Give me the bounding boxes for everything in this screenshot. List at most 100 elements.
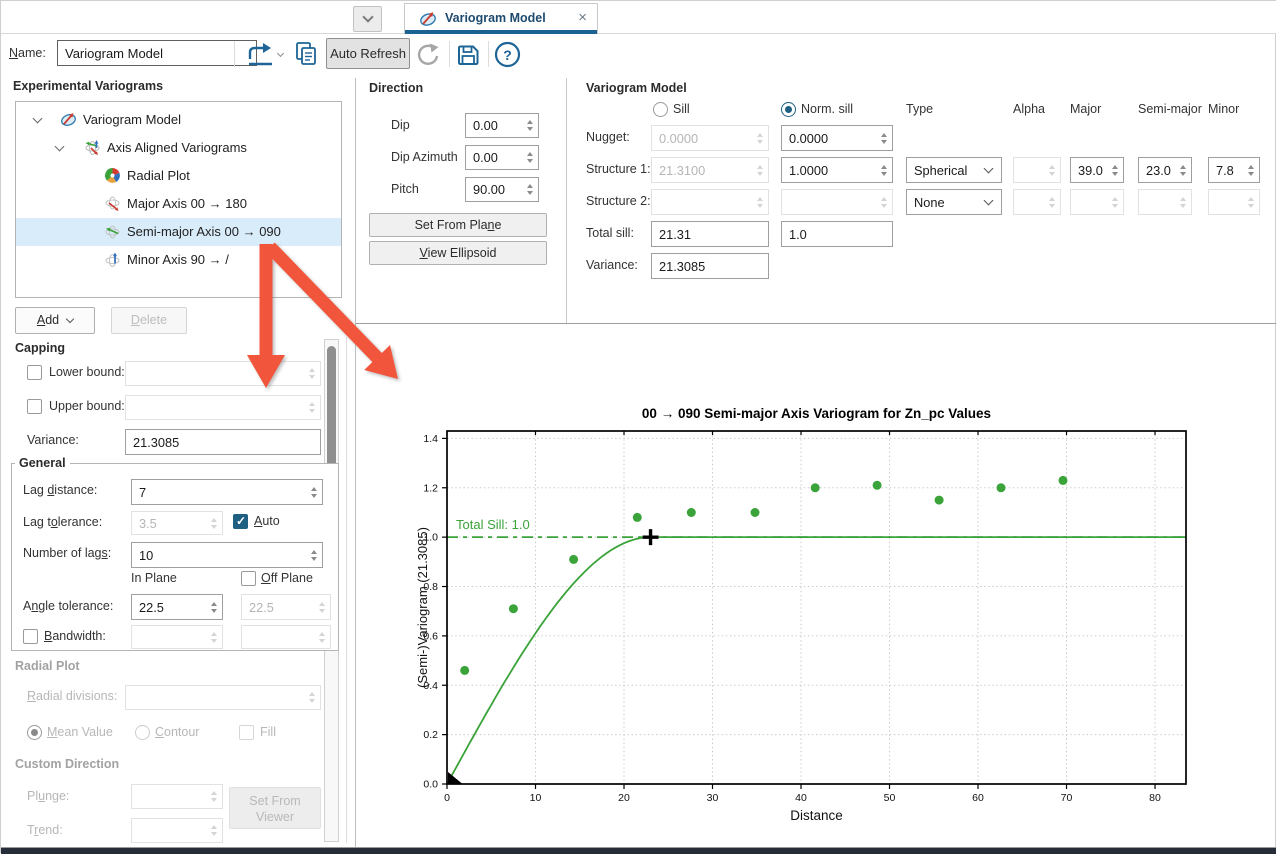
dip-input[interactable]: 0.00 <box>465 113 539 138</box>
tree-item-axis-aligned-variograms[interactable]: Axis Aligned Variograms <box>16 134 341 162</box>
spinner-carets[interactable] <box>314 626 330 648</box>
set-from-plane-button[interactable]: Set From Plane <box>369 213 547 237</box>
export-dropdown-chevron-icon[interactable] <box>277 50 284 57</box>
structure1-alpha-input[interactable] <box>1013 157 1061 183</box>
spinner-carets[interactable] <box>1044 158 1060 182</box>
structure2-type-select[interactable]: None <box>906 189 1002 215</box>
upper-bound-checkbox[interactable] <box>27 399 42 414</box>
expander-chevron-icon[interactable] <box>33 114 43 124</box>
structure2-norm-input[interactable] <box>781 189 893 215</box>
structure1-semi-major-input[interactable]: 23.0 <box>1138 157 1192 183</box>
chevron-down-icon <box>66 315 74 323</box>
radial-divisions-input[interactable] <box>125 685 321 710</box>
spinner-carets[interactable] <box>1044 190 1060 214</box>
total-sill-input[interactable]: 21.31 <box>651 221 769 247</box>
spinner-carets[interactable] <box>206 595 222 619</box>
export-icon[interactable] <box>244 39 276 69</box>
sill-radio[interactable] <box>653 102 668 117</box>
spinner-carets[interactable] <box>206 626 222 648</box>
structure2-sill-input[interactable] <box>651 189 769 215</box>
help-icon[interactable]: ? <box>493 40 522 69</box>
view-ellipsoid-button[interactable]: View Ellipsoid <box>369 241 547 265</box>
tree-item-minor-axis[interactable]: Minor Axis 90 → / <box>16 246 341 274</box>
capping-variance-input[interactable]: 21.3085 <box>125 429 321 455</box>
spinner-carets[interactable] <box>206 512 222 534</box>
spinner-carets[interactable] <box>876 158 892 182</box>
contour-radio[interactable] <box>135 725 150 740</box>
structure2-major-input[interactable] <box>1070 189 1124 215</box>
mean-value-radio[interactable] <box>27 725 42 740</box>
tree-item-radial-plot[interactable]: Radial Plot <box>16 162 341 190</box>
tree-item-variogram-model[interactable]: Variogram Model <box>16 106 341 134</box>
name-input[interactable] <box>57 40 257 66</box>
spinner-carets[interactable] <box>1243 190 1259 214</box>
tab-close-icon[interactable]: × <box>578 9 587 26</box>
tab-overflow-button[interactable] <box>353 6 382 32</box>
pitch-input[interactable]: 90.00 <box>465 177 539 202</box>
delete-button[interactable]: Delete <box>111 307 187 334</box>
spinner-carets[interactable] <box>1175 190 1191 214</box>
bandwidth-in-input[interactable] <box>131 625 223 649</box>
spinner-carets[interactable] <box>752 126 768 150</box>
angle-tolerance-off-input[interactable]: 22.5 <box>241 594 331 620</box>
structure1-sill-input[interactable]: 21.3100 <box>651 157 769 183</box>
spinner-carets[interactable] <box>306 543 322 567</box>
bandwidth-checkbox[interactable] <box>23 629 38 644</box>
spinner-carets[interactable] <box>206 785 222 808</box>
spinner-carets[interactable] <box>304 396 320 419</box>
angle-tolerance-in-input[interactable]: 22.5 <box>131 594 223 620</box>
upper-bound-input[interactable] <box>125 395 321 420</box>
structure1-minor-input[interactable]: 7.8 <box>1208 157 1260 183</box>
nugget-norm-input[interactable]: 0.0000 <box>781 125 893 151</box>
off-plane-checkbox[interactable] <box>241 571 256 586</box>
structure2-semi-major-input[interactable] <box>1138 189 1192 215</box>
auto-refresh-button[interactable]: Auto Refresh <box>326 38 410 69</box>
fill-checkbox[interactable] <box>239 725 254 740</box>
spinner-carets[interactable] <box>876 190 892 214</box>
structure1-norm-input[interactable]: 1.0000 <box>781 157 893 183</box>
lag-distance-input[interactable]: 7 <box>131 479 323 505</box>
norm-sill-radio[interactable] <box>781 102 796 117</box>
tab-variogram-model[interactable]: Variogram Model × <box>404 3 598 34</box>
spinner-carets[interactable] <box>304 686 320 709</box>
structure1-major-input[interactable]: 39.0 <box>1070 157 1124 183</box>
spinner-carets[interactable] <box>752 190 768 214</box>
experimental-variograms-tree: Variogram Model Axis Aligned Variograms … <box>15 101 342 298</box>
spinner-carets[interactable] <box>1107 190 1123 214</box>
spinner-carets[interactable] <box>1107 158 1123 182</box>
spinner-carets[interactable] <box>206 819 222 842</box>
tree-item-major-axis[interactable]: Major Axis 00 → 180 <box>16 190 341 218</box>
structure2-minor-input[interactable] <box>1208 189 1260 215</box>
model-variance-input[interactable]: 21.3085 <box>651 253 769 279</box>
spinner-carets[interactable] <box>306 480 322 504</box>
total-sill-norm-input[interactable]: 1.0 <box>781 221 893 247</box>
save-icon[interactable] <box>454 41 482 69</box>
tree-item-semi-major-axis[interactable]: Semi-major Axis 00 → 090 <box>16 218 341 246</box>
auto-checkbox[interactable] <box>233 514 248 529</box>
spinner-carets[interactable] <box>876 126 892 150</box>
spinner-carets[interactable] <box>522 114 538 137</box>
expander-chevron-icon[interactable] <box>55 142 65 152</box>
add-button[interactable]: Add <box>15 307 95 334</box>
structure2-alpha-input[interactable] <box>1013 189 1061 215</box>
dip-azimuth-input[interactable]: 0.00 <box>465 145 539 170</box>
set-from-viewer-button[interactable]: Set From Viewer <box>229 787 321 829</box>
undo-icon[interactable] <box>414 41 442 69</box>
nugget-sill-input[interactable]: 0.0000 <box>651 125 769 151</box>
copy-icon[interactable] <box>291 39 321 69</box>
lag-tolerance-input[interactable]: 3.5 <box>131 511 223 535</box>
trend-input[interactable] <box>131 818 223 843</box>
spinner-carets[interactable] <box>304 362 320 385</box>
structure1-type-select[interactable]: Spherical <box>906 157 1002 183</box>
spinner-carets[interactable] <box>752 158 768 182</box>
spinner-carets[interactable] <box>1175 158 1191 182</box>
plunge-input[interactable] <box>131 784 223 809</box>
lower-bound-input[interactable] <box>125 361 321 386</box>
spinner-carets[interactable] <box>522 178 538 201</box>
lower-bound-checkbox[interactable] <box>27 365 42 380</box>
number-of-lags-input[interactable]: 10 <box>131 542 323 568</box>
spinner-carets[interactable] <box>314 595 330 619</box>
spinner-carets[interactable] <box>522 146 538 169</box>
spinner-carets[interactable] <box>1243 158 1259 182</box>
bandwidth-off-input[interactable] <box>241 625 331 649</box>
